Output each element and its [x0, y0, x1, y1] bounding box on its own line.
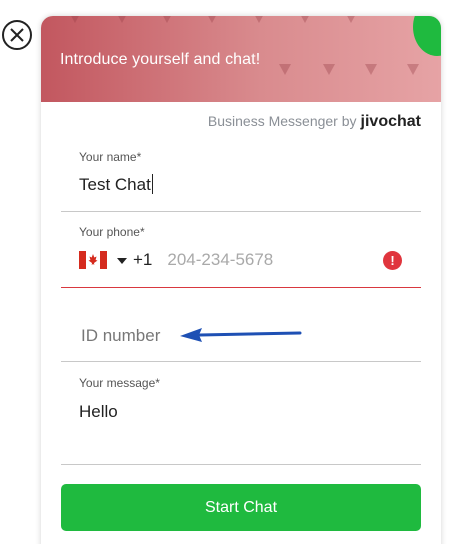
decor-triangle: [279, 64, 291, 75]
canada-flag-icon[interactable]: [79, 251, 107, 269]
decor-triangle: [253, 16, 265, 23]
powered-by: Business Messenger by jivochat: [208, 113, 421, 131]
decor-triangle: [69, 16, 81, 23]
decor-triangle: [365, 64, 377, 75]
decor-triangle: [323, 64, 335, 75]
page: Introduce yourself and chat! Business Me…: [0, 0, 453, 544]
phone-input[interactable]: 204-234-5678: [167, 250, 273, 270]
dial-code: +1: [133, 250, 153, 269]
decor-triangle: [345, 16, 357, 23]
message-input[interactable]: Hello: [79, 402, 118, 422]
decor-triangle: [299, 16, 311, 23]
decor-triangle: [206, 16, 218, 23]
status-corner: [413, 16, 441, 56]
name-value: Test Chat: [79, 175, 151, 194]
close-icon[interactable]: [2, 20, 32, 50]
decor-triangle: [407, 64, 419, 75]
decor-triangle: [161, 16, 173, 23]
text-caret: [151, 174, 153, 194]
header-title: Introduce yourself and chat!: [60, 51, 261, 68]
phone-label: Your phone*: [79, 225, 145, 239]
widget-header: Introduce yourself and chat!: [41, 16, 441, 102]
name-input[interactable]: Test Chat: [79, 174, 153, 195]
id-number-input[interactable]: ID number: [81, 326, 160, 346]
start-chat-button[interactable]: Start Chat: [61, 484, 421, 531]
phone-row: +1 204-234-5678: [79, 249, 273, 271]
blue-arrow-annotation: [180, 328, 302, 342]
decor-triangle: [116, 16, 128, 23]
message-label: Your message*: [79, 376, 160, 390]
caret-down-icon[interactable]: [117, 251, 127, 269]
powered-by-text: Business Messenger by: [207, 113, 357, 129]
name-label: Your name*: [79, 150, 142, 164]
jivochat-logo[interactable]: jivochat: [361, 113, 421, 130]
error-icon: !: [383, 251, 402, 270]
